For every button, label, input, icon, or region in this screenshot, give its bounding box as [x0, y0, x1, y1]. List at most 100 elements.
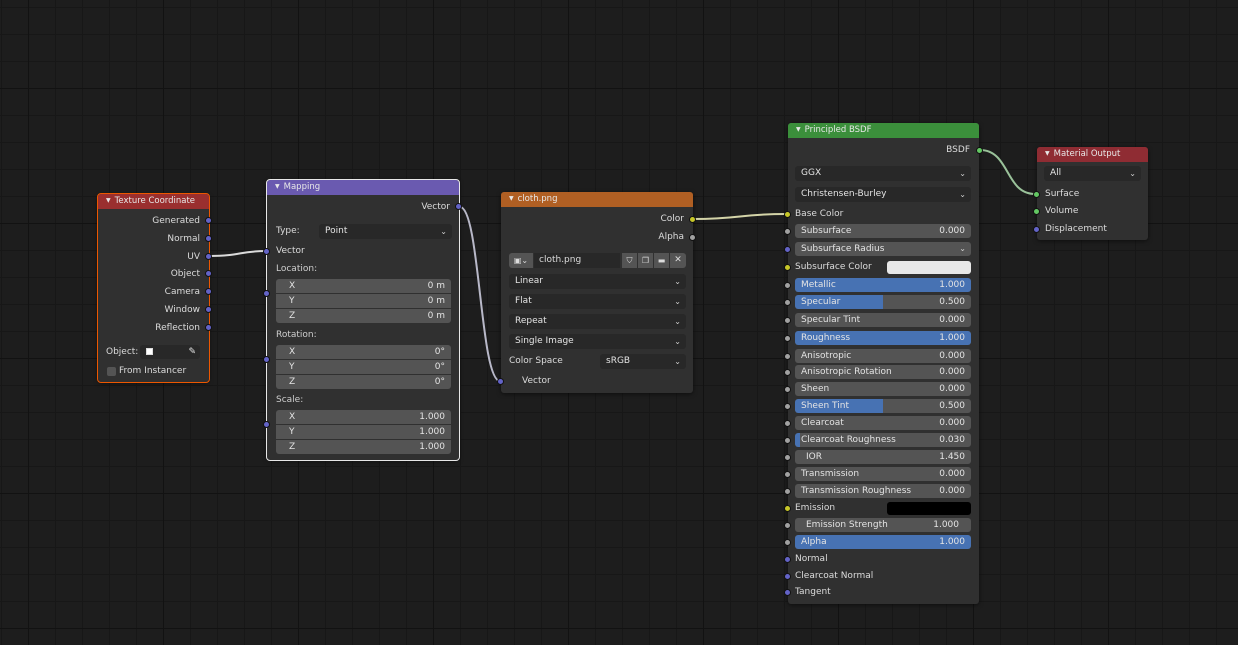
fake-user-shield-icon[interactable]: ⛉ — [622, 253, 637, 268]
texture-coordinate-node[interactable]: ▼ Texture Coordinate Generated Normal UV … — [97, 193, 212, 383]
principled-bsdf-header[interactable]: ▼ Principled BSDF — [788, 123, 979, 138]
socket-surface[interactable] — [1033, 191, 1040, 198]
socket-ior[interactable] — [784, 454, 791, 461]
alpha-field[interactable]: Alpha 1.000 — [795, 535, 971, 549]
object-picker[interactable]: ✎ — [140, 345, 200, 359]
subsurface-field[interactable]: Subsurface 0.000 — [795, 224, 971, 238]
image-texture-node[interactable]: ▼ cloth.png Color Alpha ▣⌄ cloth.png ⛉ ❐ … — [497, 192, 696, 393]
projection-dropdown[interactable]: Flat ⌄ — [509, 294, 686, 309]
socket-metallic[interactable] — [784, 282, 791, 289]
scale-x-field[interactable]: X 1.000 — [276, 410, 451, 424]
socket-camera[interactable] — [205, 288, 212, 295]
subsurface-color-swatch[interactable] — [887, 261, 971, 274]
socket-displacement[interactable] — [1033, 226, 1040, 233]
eyedropper-icon[interactable]: ✎ — [188, 345, 196, 359]
color-space-dropdown[interactable]: sRGB ⌄ — [600, 354, 686, 369]
scale-z-field[interactable]: Z 1.000 — [276, 440, 451, 454]
socket-sheen-tint[interactable] — [784, 403, 791, 410]
mapping-node[interactable]: ▼ Mapping Vector Type: Point ⌄ Vector Loca… — [263, 179, 462, 461]
socket-base-color[interactable] — [784, 211, 791, 218]
target-dropdown[interactable]: All ⌄ — [1044, 166, 1141, 181]
image-texture-header[interactable]: ▼ cloth.png — [501, 192, 693, 207]
rotation-y-field[interactable]: Y 0° — [276, 360, 451, 374]
socket-normal[interactable] — [784, 556, 791, 563]
image-name-field[interactable]: cloth.png — [534, 253, 620, 268]
emission-strength-field[interactable]: Emission Strength 1.000 — [795, 518, 971, 532]
collapse-triangle-icon[interactable]: ▼ — [1045, 150, 1050, 157]
source-dropdown[interactable]: Single Image ⌄ — [509, 334, 686, 349]
socket-emission[interactable] — [784, 505, 791, 512]
subsurface-radius-dropdown[interactable]: Subsurface Radius ⌄ — [795, 242, 971, 256]
sheen-field[interactable]: Sheen 0.000 — [795, 382, 971, 396]
unlink-close-icon[interactable]: ✕ — [670, 253, 686, 268]
socket-reflection[interactable] — [205, 324, 212, 331]
material-output-header[interactable]: ▼ Material Output — [1037, 147, 1148, 162]
socket-object[interactable] — [205, 270, 212, 277]
socket-location[interactable] — [263, 290, 270, 297]
mapping-header[interactable]: ▼ Mapping — [267, 180, 459, 195]
interpolation-dropdown[interactable]: Linear ⌄ — [509, 274, 686, 289]
socket-volume[interactable] — [1033, 208, 1040, 215]
emission-color-swatch[interactable] — [887, 502, 971, 515]
image-browse-button[interactable]: ▣⌄ — [509, 253, 533, 268]
anisotropic-field[interactable]: Anisotropic 0.000 — [795, 349, 971, 363]
principled-bsdf-node[interactable]: ▼ Principled BSDF BSDF GGX ⌄ Christensen-B… — [784, 123, 983, 604]
socket-sheen[interactable] — [784, 386, 791, 393]
socket-clearcoat[interactable] — [784, 420, 791, 427]
location-x-field[interactable]: X0 m — [276, 279, 451, 293]
collapse-triangle-icon[interactable]: ▼ — [106, 197, 111, 204]
socket-vector-in[interactable] — [263, 248, 270, 255]
socket-subsurface-radius[interactable] — [784, 246, 791, 253]
location-z-field[interactable]: Z0 m — [276, 309, 451, 323]
open-folder-icon[interactable]: ▬ — [654, 253, 669, 268]
socket-emission-strength[interactable] — [784, 522, 791, 529]
socket-vector-in[interactable] — [497, 378, 504, 385]
clearcoat-field[interactable]: Clearcoat 0.000 — [795, 416, 971, 430]
socket-anisotropic[interactable] — [784, 353, 791, 360]
ior-field[interactable]: IOR 1.450 — [795, 450, 971, 464]
roughness-field[interactable]: Roughness 1.000 — [795, 331, 971, 345]
mapping-type-dropdown[interactable]: Point ⌄ — [319, 224, 452, 239]
extension-dropdown[interactable]: Repeat ⌄ — [509, 314, 686, 329]
socket-color-out[interactable] — [689, 216, 696, 223]
collapse-triangle-icon[interactable]: ▼ — [509, 195, 514, 202]
metallic-field[interactable]: Metallic 1.000 — [795, 278, 971, 292]
socket-vector-out[interactable] — [455, 203, 462, 210]
socket-uv[interactable] — [205, 253, 212, 260]
image-selector[interactable]: ▣⌄ cloth.png ⛉ ❐ ▬ ✕ — [509, 253, 686, 268]
sheen-tint-field[interactable]: Sheen Tint 0.500 — [795, 399, 971, 413]
socket-alpha-out[interactable] — [689, 234, 696, 241]
socket-subsurface[interactable] — [784, 228, 791, 235]
rotation-x-field[interactable]: X 0° — [276, 345, 451, 359]
socket-subsurface-color[interactable] — [784, 264, 791, 271]
socket-anisotropic-rotation[interactable] — [784, 369, 791, 376]
specular-field[interactable]: Specular 0.500 — [795, 295, 971, 309]
transmission-roughness-field[interactable]: Transmission Roughness 0.000 — [795, 484, 971, 498]
transmission-field[interactable]: Transmission 0.000 — [795, 467, 971, 481]
specular-tint-field[interactable]: Specular Tint 0.000 — [795, 313, 971, 327]
socket-transmission[interactable] — [784, 471, 791, 478]
scale-y-field[interactable]: Y 1.000 — [276, 425, 451, 439]
material-output-node[interactable]: ▼ Material Output All ⌄ Surface Volume Dis… — [1033, 147, 1148, 240]
socket-specular-tint[interactable] — [784, 317, 791, 324]
socket-scale[interactable] — [263, 421, 270, 428]
socket-normal[interactable] — [205, 235, 212, 242]
subsurface-method-dropdown[interactable]: Christensen-Burley ⌄ — [795, 187, 971, 202]
socket-roughness[interactable] — [784, 335, 791, 342]
texture-coordinate-header[interactable]: ▼ Texture Coordinate — [98, 194, 209, 209]
socket-alpha[interactable] — [784, 539, 791, 546]
collapse-triangle-icon[interactable]: ▼ — [275, 183, 280, 190]
socket-bsdf-out[interactable] — [976, 147, 983, 154]
socket-generated[interactable] — [205, 217, 212, 224]
socket-specular[interactable] — [784, 299, 791, 306]
anisotropic-rotation-field[interactable]: Anisotropic Rotation 0.000 — [795, 365, 971, 379]
socket-transmission-roughness[interactable] — [784, 488, 791, 495]
socket-clearcoat-roughness[interactable] — [784, 437, 791, 444]
socket-clearcoat-normal[interactable] — [784, 573, 791, 580]
from-instancer-checkbox[interactable] — [107, 367, 116, 376]
socket-tangent[interactable] — [784, 589, 791, 596]
socket-rotation[interactable] — [263, 356, 270, 363]
location-y-field[interactable]: Y0 m — [276, 294, 451, 308]
rotation-z-field[interactable]: Z 0° — [276, 375, 451, 389]
distribution-dropdown[interactable]: GGX ⌄ — [795, 166, 971, 181]
